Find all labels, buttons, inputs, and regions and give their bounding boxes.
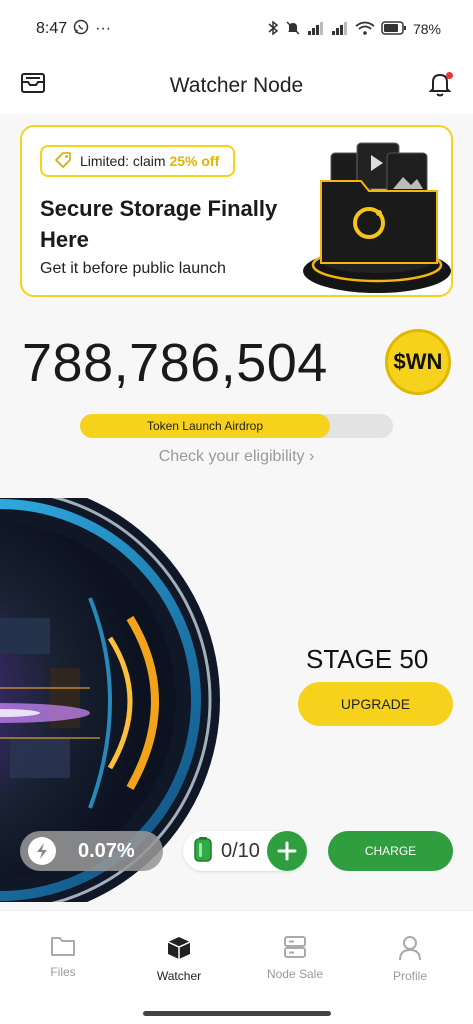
server-icon bbox=[284, 936, 306, 958]
status-time: 8:47 bbox=[36, 20, 68, 37]
notification-bell-icon[interactable] bbox=[427, 70, 453, 103]
upgrade-button[interactable]: UPGRADE bbox=[298, 682, 453, 726]
signal-icon-2 bbox=[331, 21, 349, 38]
page-title: Watcher Node bbox=[169, 74, 304, 97]
promo-title: Secure Storage Finally Here bbox=[40, 196, 278, 252]
mute-icon bbox=[285, 20, 301, 39]
inbox-icon[interactable] bbox=[20, 72, 46, 99]
tab-label: Profile bbox=[392, 969, 427, 983]
whatsapp-icon bbox=[73, 19, 89, 40]
promo-subtitle: Get it before public launch bbox=[40, 260, 226, 277]
check-eligibility-link[interactable]: Check your eligibility › bbox=[0, 448, 473, 466]
token-coin-badge: $WN bbox=[385, 329, 451, 395]
airdrop-label: Token Launch Airdrop bbox=[146, 419, 264, 433]
badge-highlight: 25% off bbox=[169, 153, 220, 169]
battery-percent: 78% bbox=[412, 21, 441, 37]
token-balance: 788,786,504 bbox=[22, 333, 328, 393]
tab-node-sale[interactable]: Node Sale bbox=[250, 935, 340, 981]
discount-badge: Limited: claim 25% off bbox=[40, 145, 236, 177]
app-header: Watcher Node bbox=[0, 58, 473, 114]
tab-label: Files bbox=[50, 965, 76, 979]
node-stage: STAGE 50 bbox=[306, 644, 429, 674]
tab-files[interactable]: Files bbox=[18, 935, 108, 979]
more-notifications-icon: ··· bbox=[95, 20, 112, 37]
percentage-value: 0.07% bbox=[78, 839, 135, 862]
tab-label: Watcher bbox=[156, 969, 202, 983]
percentage-pill: 0.07% bbox=[20, 831, 163, 871]
airdrop-progress-bar[interactable]: Token Launch Airdrop bbox=[80, 414, 393, 438]
folder-icon bbox=[51, 937, 75, 956]
user-icon bbox=[399, 936, 421, 961]
add-battery-button[interactable] bbox=[267, 831, 307, 871]
battery-status-icon bbox=[381, 20, 407, 38]
charge-button[interactable]: CHARGE bbox=[328, 831, 453, 871]
cube-icon bbox=[167, 937, 191, 959]
tab-watcher[interactable]: Watcher bbox=[134, 935, 224, 983]
bottom-tab-bar: Files Watcher Node Sale Profile bbox=[0, 910, 473, 1024]
battery-pill: 0/10 bbox=[183, 831, 307, 871]
badge-text: Limited: claim 25% off bbox=[80, 153, 219, 169]
wifi-icon bbox=[355, 21, 375, 38]
tab-label: Node Sale bbox=[266, 967, 324, 981]
notification-dot bbox=[446, 72, 453, 79]
green-battery-icon bbox=[193, 836, 213, 867]
plus-icon bbox=[277, 841, 297, 861]
tag-icon bbox=[54, 151, 72, 172]
status-right: 78% bbox=[267, 20, 441, 39]
bluetooth-icon bbox=[267, 20, 279, 39]
home-indicator[interactable] bbox=[143, 1011, 331, 1016]
signal-icon bbox=[307, 21, 325, 38]
promo-banner[interactable]: Limited: claim 25% off Secure Storage Fi… bbox=[20, 125, 453, 297]
tab-profile[interactable]: Profile bbox=[365, 935, 455, 983]
battery-count: 0/10 bbox=[221, 839, 260, 862]
badge-prefix: Limited: claim bbox=[80, 153, 170, 169]
status-left: 8:47 ··· bbox=[36, 19, 111, 40]
storage-folder-illustration bbox=[303, 142, 451, 293]
status-bar: 8:47 ··· 78% bbox=[0, 0, 473, 58]
lightning-icon bbox=[28, 837, 56, 865]
